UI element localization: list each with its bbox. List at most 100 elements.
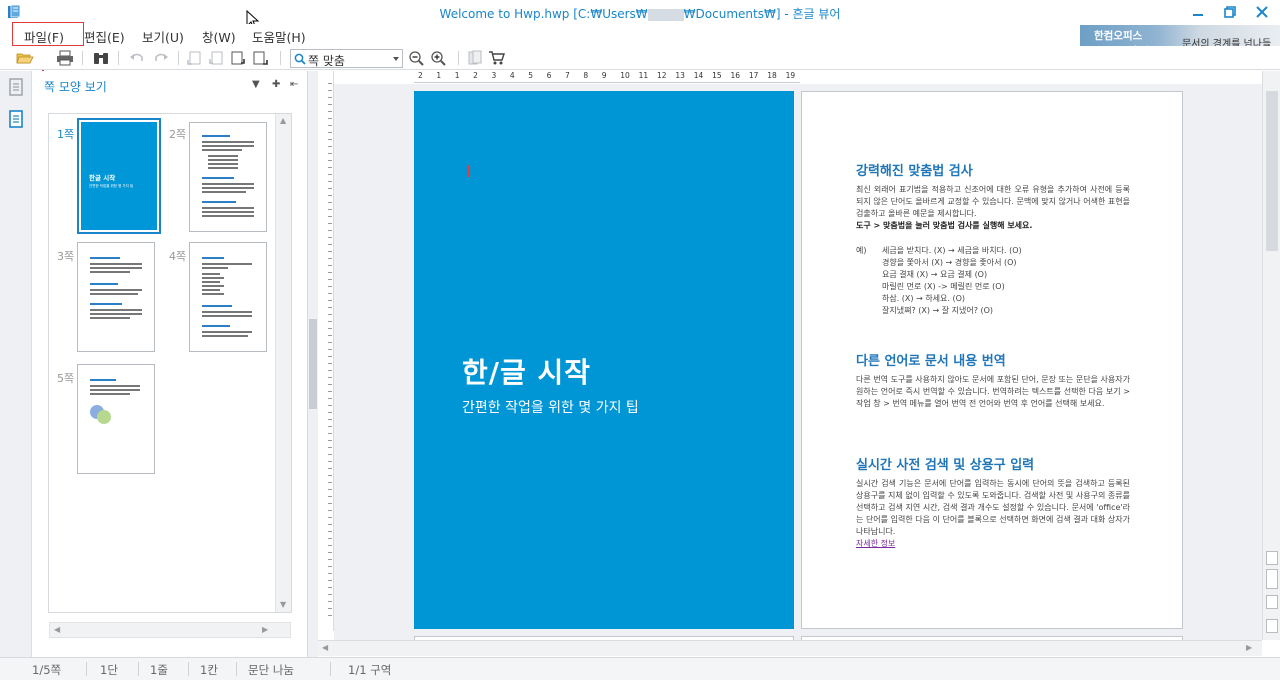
next-page-icon[interactable] — [230, 50, 248, 66]
thumb-text-line — [90, 289, 142, 291]
ruler-tick-label: 2 — [418, 71, 423, 80]
previous-page-icon[interactable] — [208, 50, 226, 66]
ruler-tick-mark — [328, 608, 332, 609]
thumbnail-page-4[interactable] — [189, 242, 267, 352]
ruler-tick-label: 7 — [565, 71, 570, 80]
zoom-out-icon[interactable] — [408, 50, 426, 66]
document-horizontal-scrollbar[interactable]: ◀ ▶ — [318, 640, 1262, 656]
scroll-left-icon[interactable]: ◀ — [54, 625, 60, 634]
thumb-text-line — [202, 289, 220, 291]
ruler-tick-mark — [328, 139, 332, 140]
shopping-cart-icon[interactable] — [488, 50, 506, 66]
thumbnail-page-2[interactable] — [189, 122, 267, 232]
ruler-tick-mark — [328, 370, 332, 371]
page-2[interactable]: 강력해진 맞춤법 검사 최신 외래어 표기법을 적용하고 신조어에 대한 오류 … — [801, 91, 1183, 629]
thumb-text-line — [90, 379, 116, 381]
menu-view[interactable]: 보기(U) — [142, 27, 184, 46]
ruler-tick-mark — [328, 552, 332, 553]
thumbnail-page-1[interactable]: 한글 시작 간편한 작업을 위한 몇 가지 팁 — [77, 118, 161, 234]
maximize-button[interactable] — [1214, 2, 1246, 22]
splitter-grip[interactable] — [309, 319, 317, 409]
dock-icon[interactable]: ⇤ — [290, 79, 298, 90]
example-line: 요금 결재 (X) → 요금 결제 (O) — [882, 270, 988, 279]
ruler-tick-label: 4 — [509, 71, 515, 80]
next-page-icon[interactable] — [1266, 619, 1278, 633]
hwp-viewer-window: Welcome to Hwp.hwp [C:₩Users₩ ₩Documents₩… — [0, 0, 1280, 680]
ruler-tick-label: 5 — [528, 71, 534, 80]
text-caret — [468, 165, 469, 177]
chevron-down-icon — [393, 57, 399, 61]
scroll-right-icon[interactable]: ▶ — [1246, 643, 1252, 652]
more-info-link[interactable]: 자세한 정보 — [856, 538, 895, 549]
ruler-tick-label: 10 — [620, 71, 630, 80]
thumb-text-line — [202, 325, 230, 327]
ruler-tick-mark — [328, 454, 332, 455]
convert-document-icon[interactable] — [466, 50, 484, 66]
menu-window[interactable]: 창(W) — [202, 27, 236, 46]
thumb-label-1: 1쪽 — [57, 128, 75, 141]
ruler-tick-label: 19 — [785, 71, 796, 80]
ruler-tick-mark — [328, 202, 332, 203]
ruler-tick-mark — [328, 433, 332, 434]
thumb-text-line — [202, 277, 224, 279]
status-separator — [86, 662, 87, 676]
panel-dropdown-icon[interactable]: ▼ — [252, 79, 260, 90]
ruler-tick-mark — [328, 349, 332, 350]
open-folder-icon[interactable] — [16, 50, 34, 66]
window-title: Welcome to Hwp.hwp [C:₩Users₩ ₩Documents₩… — [0, 5, 1280, 22]
ruler-tick-mark — [328, 237, 332, 238]
redo-icon[interactable] — [152, 50, 170, 66]
document-view[interactable]: 한/글 시작 간편한 작업을 위한 몇 가지 팁 강력해진 맞춤법 검사 최신 … — [334, 84, 1262, 640]
thumbnail-page-3[interactable] — [77, 242, 155, 352]
ruler-tick-mark — [328, 174, 332, 175]
thumbnail-page-5[interactable] — [77, 364, 155, 474]
scroll-left-icon[interactable]: ◀ — [322, 643, 328, 652]
thumb-text-line — [202, 177, 234, 179]
ruler-tick-mark — [328, 363, 332, 364]
menu-edit[interactable]: 편집(E) — [84, 27, 125, 46]
scroll-up-icon[interactable]: ▲ — [280, 116, 286, 125]
menu-help[interactable]: 도움말(H) — [252, 27, 306, 46]
page-thumbnail-view-icon[interactable] — [6, 107, 26, 131]
vertical-scroll-thumb[interactable] — [1266, 91, 1278, 251]
minimize-button[interactable] — [1182, 2, 1214, 22]
ruler-tick-label: 12 — [656, 71, 667, 80]
undo-icon[interactable] — [128, 50, 146, 66]
ruler-tick-mark — [328, 335, 332, 336]
ruler-tick-mark — [328, 118, 332, 119]
ruler-tick-mark — [328, 104, 332, 105]
status-column: 1단 — [100, 663, 118, 677]
scroll-down-icon[interactable] — [1266, 551, 1278, 565]
spellcheck-action-text: 도구 > 맞춤법을 눌러 맞춤법 검사를 실행해 보세요. — [856, 221, 1033, 230]
print-icon[interactable] — [56, 50, 74, 66]
zoom-value: 쪽 맞춤 — [308, 54, 345, 68]
previous-page-icon[interactable] — [1266, 595, 1278, 609]
zoom-select[interactable]: 쪽 맞춤 — [290, 49, 403, 68]
zoom-in-icon[interactable] — [430, 50, 448, 66]
first-page-icon[interactable] — [186, 50, 204, 66]
ruler-tick-mark — [328, 531, 332, 532]
vertical-ruler — [318, 71, 334, 631]
scroll-down-icon[interactable]: ▼ — [280, 600, 286, 609]
last-page-icon[interactable] — [252, 50, 270, 66]
ruler-tick-mark — [328, 251, 332, 252]
thumb-text-line — [202, 315, 252, 317]
close-button[interactable] — [1246, 2, 1278, 22]
page-view-icon[interactable] — [1266, 569, 1278, 589]
ruler-tick-label: 1 — [436, 71, 442, 80]
find-binoculars-icon[interactable] — [92, 50, 110, 66]
example-line: 하삼. (X) → 하세요. (O) — [882, 294, 966, 303]
thumb-text-line — [202, 135, 230, 137]
close-icon — [1256, 6, 1268, 18]
thumbnail-horizontal-scrollbar[interactable]: ◀ ▶ — [49, 622, 291, 638]
outline-view-icon[interactable] — [6, 75, 26, 99]
pin-icon[interactable]: ✚ — [272, 79, 280, 90]
status-line: 1줄 — [150, 663, 168, 677]
ruler-tick-mark — [328, 601, 332, 602]
cover-page[interactable]: 한/글 시작 간편한 작업을 위한 몇 가지 팁 — [414, 91, 794, 629]
thumb-text-line — [202, 215, 254, 217]
panel-splitter[interactable] — [308, 71, 318, 657]
thumbnail-vertical-scrollbar[interactable]: ▲ ▼ — [275, 114, 291, 612]
document-vertical-scrollbar[interactable] — [1262, 71, 1280, 640]
scroll-right-icon[interactable]: ▶ — [262, 625, 268, 634]
